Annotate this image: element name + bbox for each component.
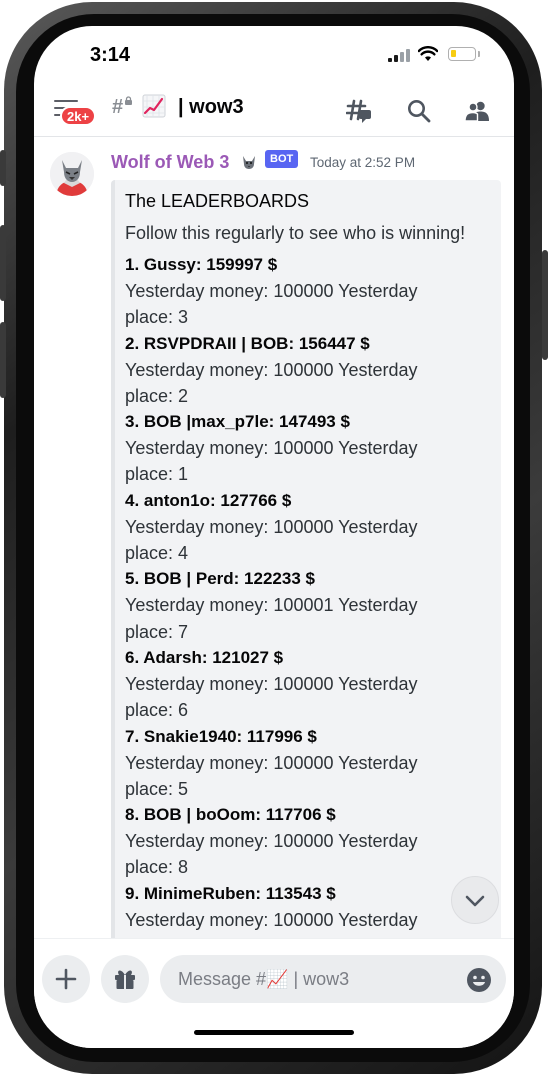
add-attachment-button[interactable]	[42, 955, 90, 1003]
wifi-icon	[418, 46, 438, 61]
lock-icon	[125, 96, 132, 105]
volume-down-button	[0, 322, 6, 398]
threads-icon[interactable]	[346, 98, 372, 124]
battery-level	[451, 50, 456, 57]
entry-name: 8. BOB | boOom: 117706 $	[125, 805, 336, 825]
search-icon[interactable]	[406, 98, 432, 124]
power-button	[542, 250, 548, 360]
entry-detail: Yesterday money: 100000 Yesterday place:…	[125, 673, 418, 721]
members-icon[interactable]	[464, 98, 490, 124]
leaderboard-entry: 2. RSVPDRAII | BOB: 156447 $ Yesterday m…	[125, 331, 491, 410]
gift-button[interactable]	[101, 955, 149, 1003]
battery-cap	[478, 51, 480, 57]
entry-name: 1. Gussy: 159997 $	[125, 255, 278, 274]
author-name[interactable]: Wolf of Web 3	[111, 152, 229, 173]
channel-hash-icon: #	[112, 96, 124, 118]
entry-name: 3. BOB |max_p7le: 147493 $	[125, 412, 350, 432]
plus-icon	[55, 968, 77, 990]
jump-to-bottom-button[interactable]	[451, 876, 499, 924]
author-avatar[interactable]	[50, 152, 94, 196]
wolf-avatar-icon	[50, 152, 94, 196]
volume-up-button	[0, 225, 6, 301]
entry-detail: Yesterday money: 100000 Yesterday place:…	[125, 281, 418, 328]
signal-icon	[388, 48, 410, 62]
emoji-icon[interactable]	[466, 967, 492, 993]
battery-icon	[448, 47, 476, 61]
embed-description: Follow this regularly to see who is winn…	[125, 223, 466, 243]
channel-name[interactable]: | wow3	[178, 96, 244, 119]
status-time: 3:14	[90, 44, 131, 66]
gift-icon	[115, 970, 135, 989]
channel-header: 2k+ # | wow3	[34, 84, 514, 137]
entry-name: 6. Adarsh: 121027 $	[125, 647, 284, 667]
entry-name: 5. BOB | Perd: 122233 $	[125, 569, 315, 589]
leaderboard-entry: 6. Adarsh: 121027 $ Yesterday money: 100…	[125, 645, 491, 724]
leaderboard-entry: 9. MinimeRuben: 113543 $ Yesterday money…	[125, 881, 491, 933]
embed-title: The LEADERBOARDS	[125, 191, 310, 211]
entry-name: 7. Snakie1940: 117996 $	[125, 726, 317, 746]
leaderboard-embed: The LEADERBOARDS Follow this regularly t…	[111, 180, 501, 960]
chevron-down-icon	[465, 895, 485, 907]
chart-increasing-icon	[142, 94, 166, 118]
message-timestamp: Today at 2:52 PM	[310, 155, 416, 170]
entry-detail: Yesterday money: 100000 Yesterday place:…	[125, 752, 418, 799]
leaderboard-entry: 3. BOB |max_p7le: 147493 $ Yesterday mon…	[125, 409, 491, 488]
entry-name: 9. MinimeRuben: 113543 $	[125, 883, 336, 903]
leaderboard-entry: 4. anton1o: 127766 $ Yesterday money: 10…	[125, 488, 491, 567]
entry-name: 4. anton1o: 127766 $	[125, 490, 292, 510]
wolf-icon	[243, 156, 255, 169]
entry-detail: Yesterday money: 100001 Yesterday place:…	[125, 595, 418, 642]
entry-detail: Yesterday money: 100000 Yesterday place:…	[125, 831, 418, 878]
leaderboard-entry: 7. Snakie1940: 117996 $ Yesterday money:…	[125, 724, 491, 803]
entry-name: 2. RSVPDRAII | BOB: 156447 $	[125, 333, 370, 353]
notification-badge: 2k+	[60, 106, 97, 126]
leaderboard-entry: 5. BOB | Perd: 122233 $ Yesterday money:…	[125, 566, 491, 645]
home-indicator	[194, 1030, 354, 1035]
screen: 3:14 2k+ # | wow3 Wolf of Web 3 BOT Toda…	[34, 26, 514, 1048]
entry-detail: Yesterday money: 100000 Yesterday place:…	[125, 438, 418, 485]
entry-detail: Yesterday money: 100000 Yesterday	[125, 909, 418, 930]
message-input[interactable]	[160, 955, 506, 1003]
entry-detail: Yesterday money: 100000 Yesterday place:…	[125, 359, 418, 406]
entry-detail: Yesterday money: 100000 Yesterday place:…	[125, 516, 418, 564]
mute-switch	[0, 150, 6, 186]
leaderboard-entry: 1. Gussy: 159997 $ Yesterday money: 1000…	[125, 252, 491, 331]
bot-tag: BOT	[265, 150, 299, 168]
leaderboard-entry: 8. BOB | boOom: 117706 $ Yesterday money…	[125, 802, 491, 881]
